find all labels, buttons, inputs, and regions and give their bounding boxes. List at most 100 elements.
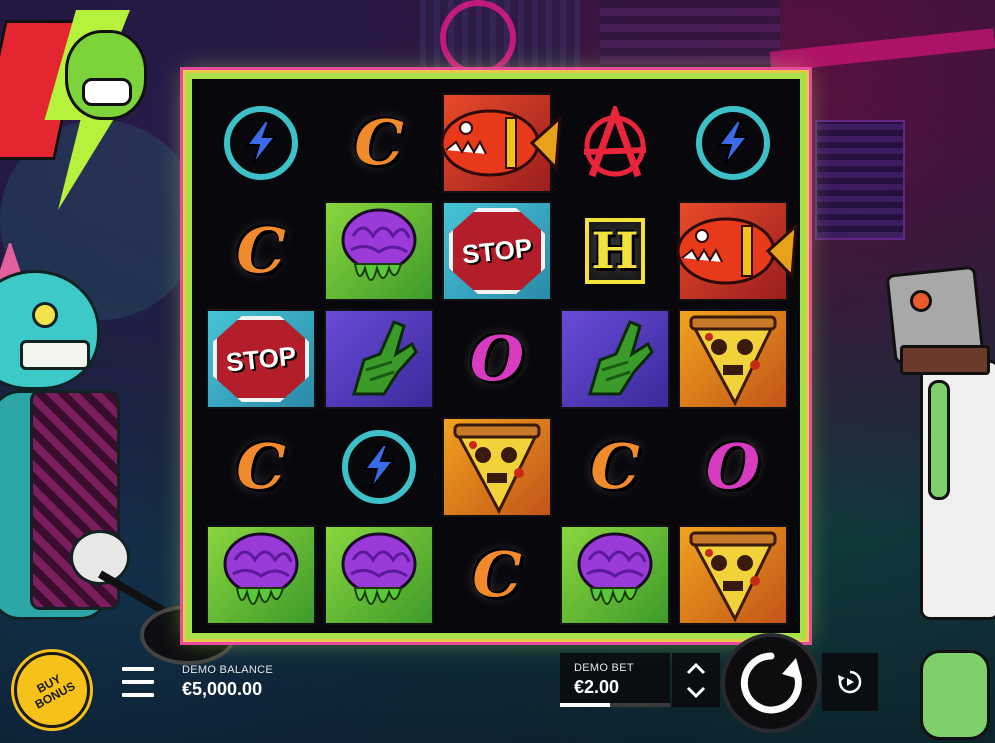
pizza-slice-icon: [449, 419, 545, 515]
balance-value: €5,000.00: [182, 679, 263, 699]
reel-cell: [320, 197, 438, 305]
symbol-letter: C: [590, 430, 640, 503]
letter-o-icon: O: [706, 436, 760, 498]
cat-eye: [32, 302, 58, 328]
letter-h-icon: H: [585, 218, 645, 284]
logo-skull-icon: [65, 30, 147, 120]
reel-cell: [320, 305, 438, 413]
piranha-fish-icon: [432, 98, 562, 188]
reel-cell: [556, 305, 674, 413]
reel-cell: [438, 413, 556, 521]
reels-frame: C C STOP H STOP O C C O C: [186, 73, 806, 639]
pizza-slice-icon: [689, 315, 777, 407]
brain-icon: [219, 530, 303, 620]
cat-teeth: [20, 340, 90, 370]
background-anarchy-graffiti: [440, 0, 516, 76]
piranha-fish-icon: [676, 217, 798, 285]
brain-icon: [337, 206, 421, 296]
reel-cell: [202, 89, 320, 197]
letter-c-icon: C: [236, 220, 285, 282]
bet-label: DEMO BET: [574, 662, 634, 674]
hamburger-menu-icon[interactable]: [122, 667, 154, 697]
buy-bonus-button[interactable]: BUY BONUS: [14, 652, 90, 728]
robot-arm: [928, 380, 950, 500]
letter-o-icon: O: [470, 328, 524, 390]
symbol-letter: C: [236, 214, 286, 287]
reel-cell: H: [556, 197, 674, 305]
background-building: [815, 120, 905, 240]
reel-cell: [556, 89, 674, 197]
symbol-letter: H: [591, 221, 639, 280]
cat-head: [0, 270, 100, 390]
reel-cell: STOP: [202, 305, 320, 413]
game-logo: [0, 0, 170, 210]
letter-c-icon: C: [590, 436, 639, 498]
bet-increase-button[interactable]: [681, 659, 711, 679]
symbol-letter: O: [469, 322, 524, 395]
reel-cell: C: [202, 197, 320, 305]
bet-decrease-button[interactable]: [681, 682, 711, 702]
buy-bonus-label: BUY BONUS: [32, 672, 78, 712]
pizza-slice-icon: [685, 311, 781, 407]
lightning-bolt-icon: [696, 106, 770, 180]
letter-c-icon: C: [354, 112, 403, 174]
symbol-letter: C: [354, 106, 404, 179]
background-building: [600, 0, 780, 80]
bet-value: €2.00: [574, 677, 620, 697]
reel-cell: [674, 197, 798, 305]
reel-cell: C: [320, 89, 438, 197]
game-screen: C C STOP H STOP O C C O C BUY BONUS DEMO BALANCE …: [0, 0, 995, 743]
reel-cell: C: [202, 413, 320, 521]
reel-cell: [320, 521, 438, 629]
spin-button[interactable]: [721, 633, 821, 733]
reel-cell: C: [438, 521, 556, 629]
robot-leg: [920, 650, 990, 740]
lightning-bolt-icon: [224, 106, 298, 180]
autoplay-icon: [838, 670, 862, 694]
zombie-hand-icon: [351, 320, 418, 396]
brain-icon: [223, 532, 299, 605]
anarchy-icon: [583, 106, 647, 178]
autoplay-button[interactable]: [822, 653, 878, 711]
piranha-fish-icon: [668, 206, 798, 296]
zombie-hand-icon: [570, 314, 660, 404]
bet-stepper[interactable]: [672, 653, 720, 707]
piranha-fish-icon: [440, 109, 562, 177]
bet-display[interactable]: DEMO BET €2.00: [560, 653, 670, 707]
robot-jaw: [900, 345, 990, 375]
reel-cell: O: [438, 305, 556, 413]
symbol-letter: C: [236, 430, 286, 503]
lightning-bolt-icon: [363, 444, 396, 490]
punk-robot-character: [880, 250, 995, 743]
stop-sign-text: STOP: [224, 339, 298, 378]
background-graffiti: [769, 28, 995, 72]
balance-display: DEMO BALANCE €5,000.00: [182, 664, 273, 700]
zombie-hand-icon: [334, 314, 424, 404]
pizza-slice-icon: [685, 527, 781, 623]
brain-icon: [341, 208, 417, 281]
letter-c-icon: C: [236, 436, 285, 498]
balance-label: DEMO BALANCE: [182, 664, 274, 676]
reel-cell: [320, 413, 438, 521]
brain-icon: [337, 530, 421, 620]
reel-cell: [674, 521, 792, 629]
zombie-hand-icon: [587, 320, 654, 396]
reel-cell: O: [674, 413, 792, 521]
reel-cell: STOP: [438, 197, 556, 305]
symbol-letter: O: [705, 430, 760, 503]
spin-arrow-icon: [740, 652, 802, 714]
lightning-bolt-icon: [717, 120, 750, 166]
reel-cell: [556, 521, 674, 629]
symbol-letter: C: [472, 538, 522, 611]
brain-icon: [577, 532, 653, 605]
anarchy-icon: [578, 106, 652, 180]
reel-cell: [438, 89, 562, 197]
logo-skull-mouth: [82, 78, 132, 106]
lightning-bolt-icon: [245, 120, 278, 166]
robot-eye: [910, 290, 932, 312]
reel-cell: [674, 89, 792, 197]
chevron-up-icon: [686, 662, 706, 674]
letter-c-icon: C: [472, 544, 521, 606]
brain-icon: [341, 532, 417, 605]
reel-cell: C: [556, 413, 674, 521]
